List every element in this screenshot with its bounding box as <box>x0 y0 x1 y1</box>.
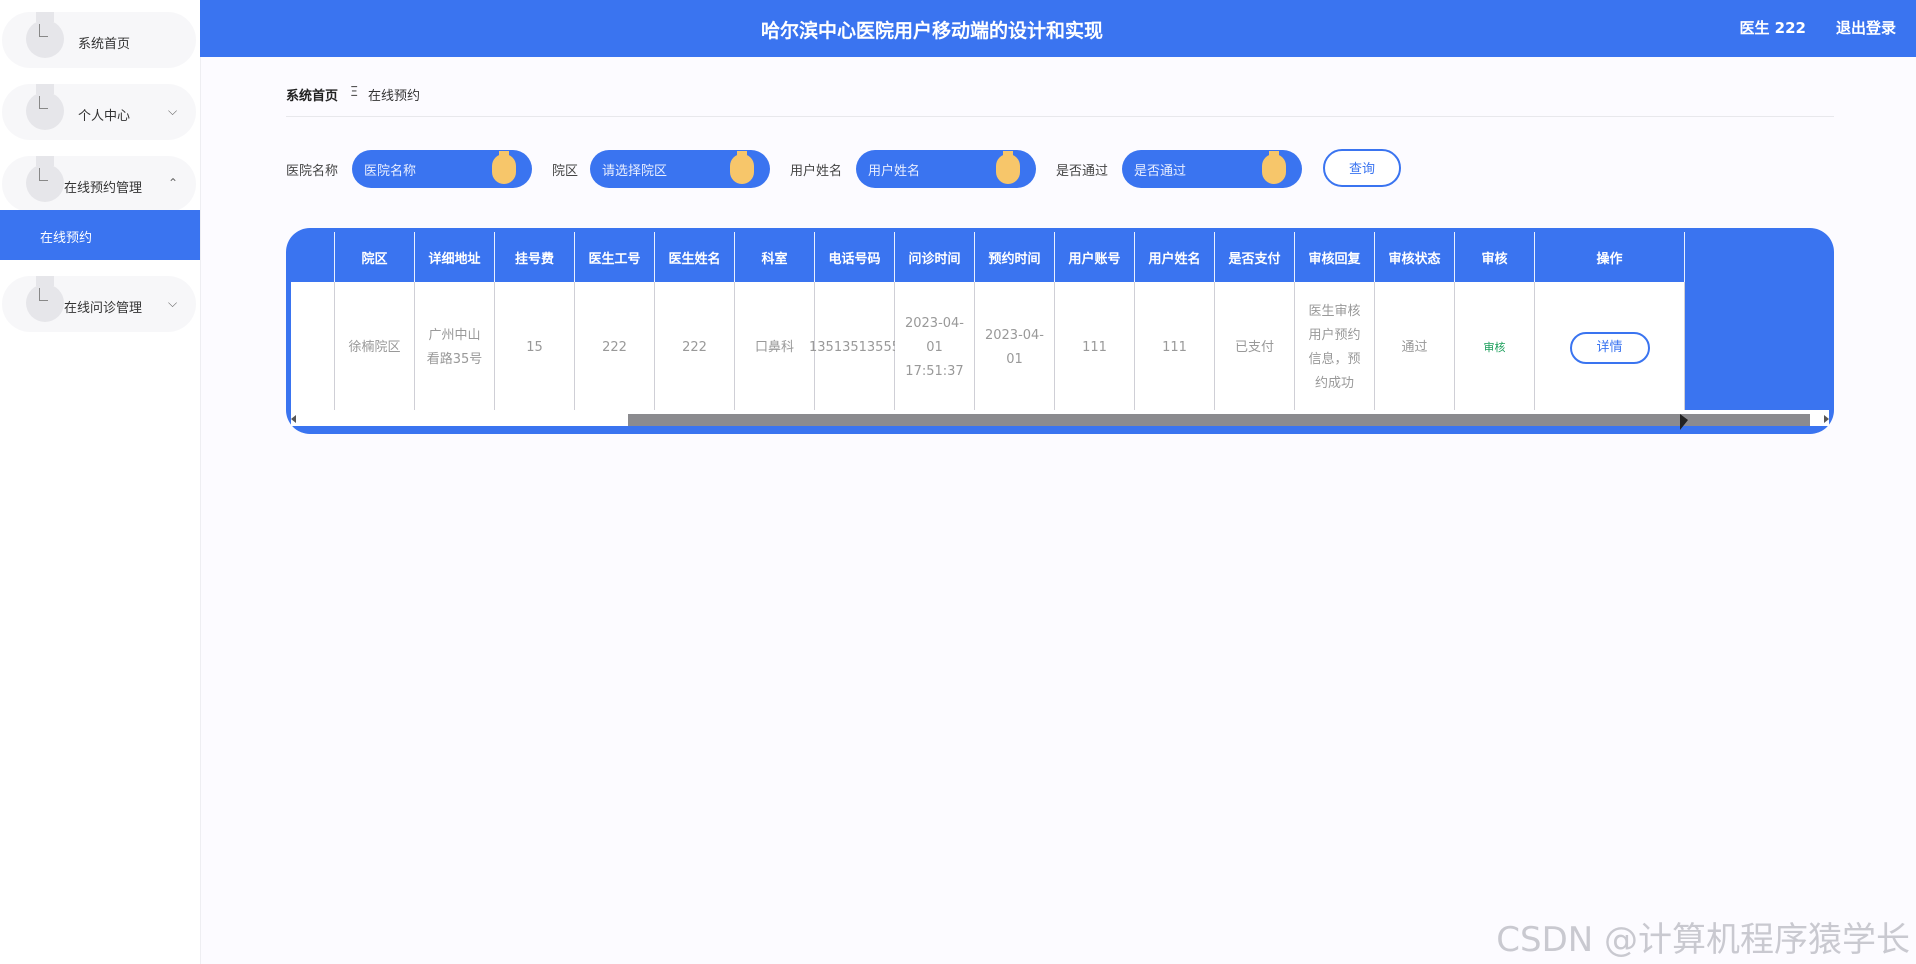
audit-link[interactable]: 审核 <box>1484 336 1506 360</box>
hospital-name-placeholder: 医院名称 <box>364 164 417 179</box>
column-header-consult-time: 问诊时间 <box>895 232 975 282</box>
watermark: CSDN @计算机程序猿学长 <box>1496 920 1910 960</box>
scroll-left-icon[interactable] <box>291 415 296 423</box>
column-header-district: 院区 <box>335 232 415 282</box>
search-button[interactable]: 查询 <box>1323 149 1401 187</box>
table-cell-address: 广州中山看路35号 <box>415 282 495 414</box>
column-header-audit-status: 审核状态 <box>1375 232 1455 282</box>
sidebar-item-label: 在线问诊管理 <box>64 301 143 316</box>
menu-avatar-icon <box>26 12 64 58</box>
chevron-down-icon: ⌵ <box>168 104 178 118</box>
table-cell-blank <box>291 282 335 414</box>
table-cell-department: 口鼻科 <box>735 282 815 414</box>
table-cell-user-account: 111 <box>1055 282 1135 414</box>
table-cell-consult-time: 2023-04-01 17:51:37 <box>895 282 975 414</box>
appointment-table: 院区 徐楠院区 详细地址 广州中山看路35号 挂号费 15 医生工号 222 医生姓名 222 科室… <box>286 228 1834 434</box>
table-cell-audit-status: 通过 <box>1375 282 1455 414</box>
district-placeholder: 请选择院区 <box>602 164 668 179</box>
menu-avatar-icon <box>26 156 64 202</box>
district-select[interactable]: 请选择院区 <box>590 150 770 188</box>
column-header-audit: 审核 <box>1455 232 1535 282</box>
table-cell-phone: 13513513555 <box>809 282 900 414</box>
column-header-user-name: 用户姓名 <box>1135 232 1215 282</box>
column-header-blank <box>291 232 335 282</box>
approved-select[interactable]: 是否通过 <box>1122 150 1302 188</box>
detail-button[interactable]: 详情 <box>1569 332 1650 364</box>
breadcrumb: 系统首页 Ξ 在线预约 <box>286 84 1834 117</box>
table-cell-district: 徐楠院区 <box>335 282 415 414</box>
sidebar-item-appointment-management[interactable]: 在线预约管理 ⌃ <box>2 156 196 212</box>
breadcrumb-home[interactable]: 系统首页 <box>286 85 338 104</box>
input-knob-icon <box>996 151 1020 184</box>
sidebar-subitem-label: 在线预约 <box>40 231 93 246</box>
menu-avatar-icon <box>26 84 64 130</box>
sidebar: 系统首页 个人中心 ⌵ 在线预约管理 ⌃ 在线预约 在线问诊管理 ⌵ <box>0 0 201 964</box>
breadcrumb-separator: Ξ <box>350 85 359 100</box>
sidebar-item-consultation-management[interactable]: 在线问诊管理 ⌵ <box>2 276 196 332</box>
column-header-doctor-id: 医生工号 <box>575 232 655 282</box>
table-cell-appointment-time: 2023-04-01 <box>975 282 1055 414</box>
table-cell-doctor-name: 222 <box>655 282 735 414</box>
approved-placeholder: 是否通过 <box>1134 164 1187 179</box>
mouse-cursor-icon <box>1680 414 1688 430</box>
column-header-user-account: 用户账号 <box>1055 232 1135 282</box>
table-cell-paid: 已支付 <box>1215 282 1295 414</box>
column-header-address: 详细地址 <box>415 232 495 282</box>
top-header: 哈尔滨中心医院用户移动端的设计和实现 医生 222 退出登录 <box>200 0 1916 57</box>
logout-link[interactable]: 退出登录 <box>1836 17 1896 38</box>
hospital-name-label: 医院名称 <box>286 164 339 179</box>
column-header-audit-reply: 审核回复 <box>1295 232 1375 282</box>
page-title: 哈尔滨中心医院用户移动端的设计和实现 <box>760 20 1103 42</box>
scrollbar-thumb[interactable] <box>628 414 1810 426</box>
sidebar-item-personal-center[interactable]: 个人中心 ⌵ <box>2 84 196 140</box>
horizontal-scrollbar[interactable] <box>291 410 1829 426</box>
chevron-down-icon: ⌵ <box>168 296 178 310</box>
user-name-input[interactable]: 用户姓名 <box>856 150 1036 188</box>
table-cell-fee: 15 <box>495 282 575 414</box>
column-header-paid: 是否支付 <box>1215 232 1295 282</box>
sidebar-item-home[interactable]: 系统首页 <box>2 12 196 68</box>
sidebar-subitem-online-appointment[interactable]: 在线预约 <box>0 210 200 260</box>
table-cell-doctor-id: 222 <box>575 282 655 414</box>
table-body: 院区 徐楠院区 详细地址 广州中山看路35号 挂号费 15 医生工号 222 医生姓名 222 科室… <box>291 232 1829 430</box>
column-header-fee: 挂号费 <box>495 232 575 282</box>
table-cell-user-name: 111 <box>1135 282 1215 414</box>
table-cell-audit-reply: 医生审核用户预约信息，预约成功 <box>1295 282 1375 414</box>
column-header-department: 科室 <box>735 232 815 282</box>
district-label: 院区 <box>552 164 579 179</box>
user-name-placeholder: 用户姓名 <box>868 164 921 179</box>
approved-label: 是否通过 <box>1056 164 1109 179</box>
input-knob-icon <box>730 151 754 184</box>
column-header-doctor-name: 医生姓名 <box>655 232 735 282</box>
input-knob-icon <box>492 151 516 184</box>
hospital-name-input[interactable]: 医院名称 <box>352 150 532 188</box>
menu-avatar-icon <box>26 276 64 322</box>
column-header-appointment-time: 预约时间 <box>975 232 1055 282</box>
chevron-up-icon: ⌃ <box>168 176 179 190</box>
user-name-label: 用户姓名 <box>790 164 843 179</box>
sidebar-item-label: 系统首页 <box>78 37 131 52</box>
table-cell-audit: 审核 <box>1455 282 1535 414</box>
scroll-right-icon[interactable] <box>1824 415 1829 423</box>
sidebar-item-label: 在线预约管理 <box>64 181 143 196</box>
breadcrumb-current: 在线预约 <box>368 89 421 104</box>
sidebar-item-label: 个人中心 <box>78 109 131 124</box>
column-header-action: 操作 <box>1535 232 1685 282</box>
current-user: 医生 222 <box>1739 19 1806 37</box>
input-knob-icon <box>1262 151 1286 184</box>
column-header-phone: 电话号码 <box>815 232 895 282</box>
table-cell-action: 详情 <box>1535 282 1685 414</box>
